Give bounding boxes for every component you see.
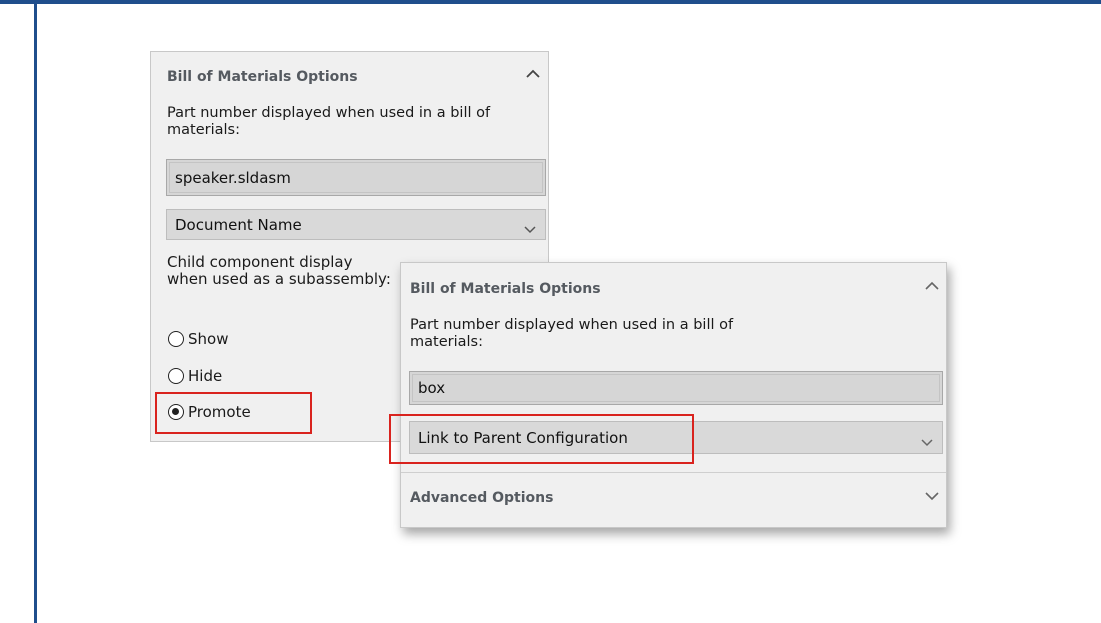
radio-circle[interactable] [168,331,184,347]
part-number-field[interactable]: speaker.sldasm [166,159,546,196]
radio-label-hide: Hide [188,367,223,385]
radio-circle[interactable] [168,368,184,384]
panel-title: Bill of Materials Options [167,69,358,85]
radio-show[interactable]: Show [168,330,228,348]
advanced-options-title[interactable]: Advanced Options [410,490,553,506]
link-parent-highlight-box [389,414,694,464]
expand-chevron-down-icon[interactable] [923,490,945,504]
part-number-description: Part number displayed when used in a bil… [167,105,491,138]
radio-label-show: Show [188,330,229,348]
collapse-chevron-up-icon[interactable] [923,280,945,294]
part-number-field[interactable]: box [409,371,943,405]
part-number-description: Part number displayed when used in a bil… [410,317,734,350]
part-number-value: box [418,379,446,397]
chevron-down-icon [920,433,934,451]
name-source-dropdown[interactable]: Document Name [166,209,546,240]
part-number-value: speaker.sldasm [175,168,291,187]
chevron-down-icon [523,220,537,238]
collapse-chevron-up-icon[interactable] [524,68,546,82]
name-source-value: Document Name [175,215,302,234]
radio-hide[interactable]: Hide [168,367,222,385]
bom-options-panel-part: Bill of Materials Options Part number di… [400,262,947,528]
section-divider [401,472,946,473]
promote-highlight-box [155,392,312,434]
child-display-label: Child component display when used as a s… [167,253,391,288]
frame-left-border [34,0,37,623]
frame-top-border [0,0,1101,4]
panel-title: Bill of Materials Options [410,281,601,297]
